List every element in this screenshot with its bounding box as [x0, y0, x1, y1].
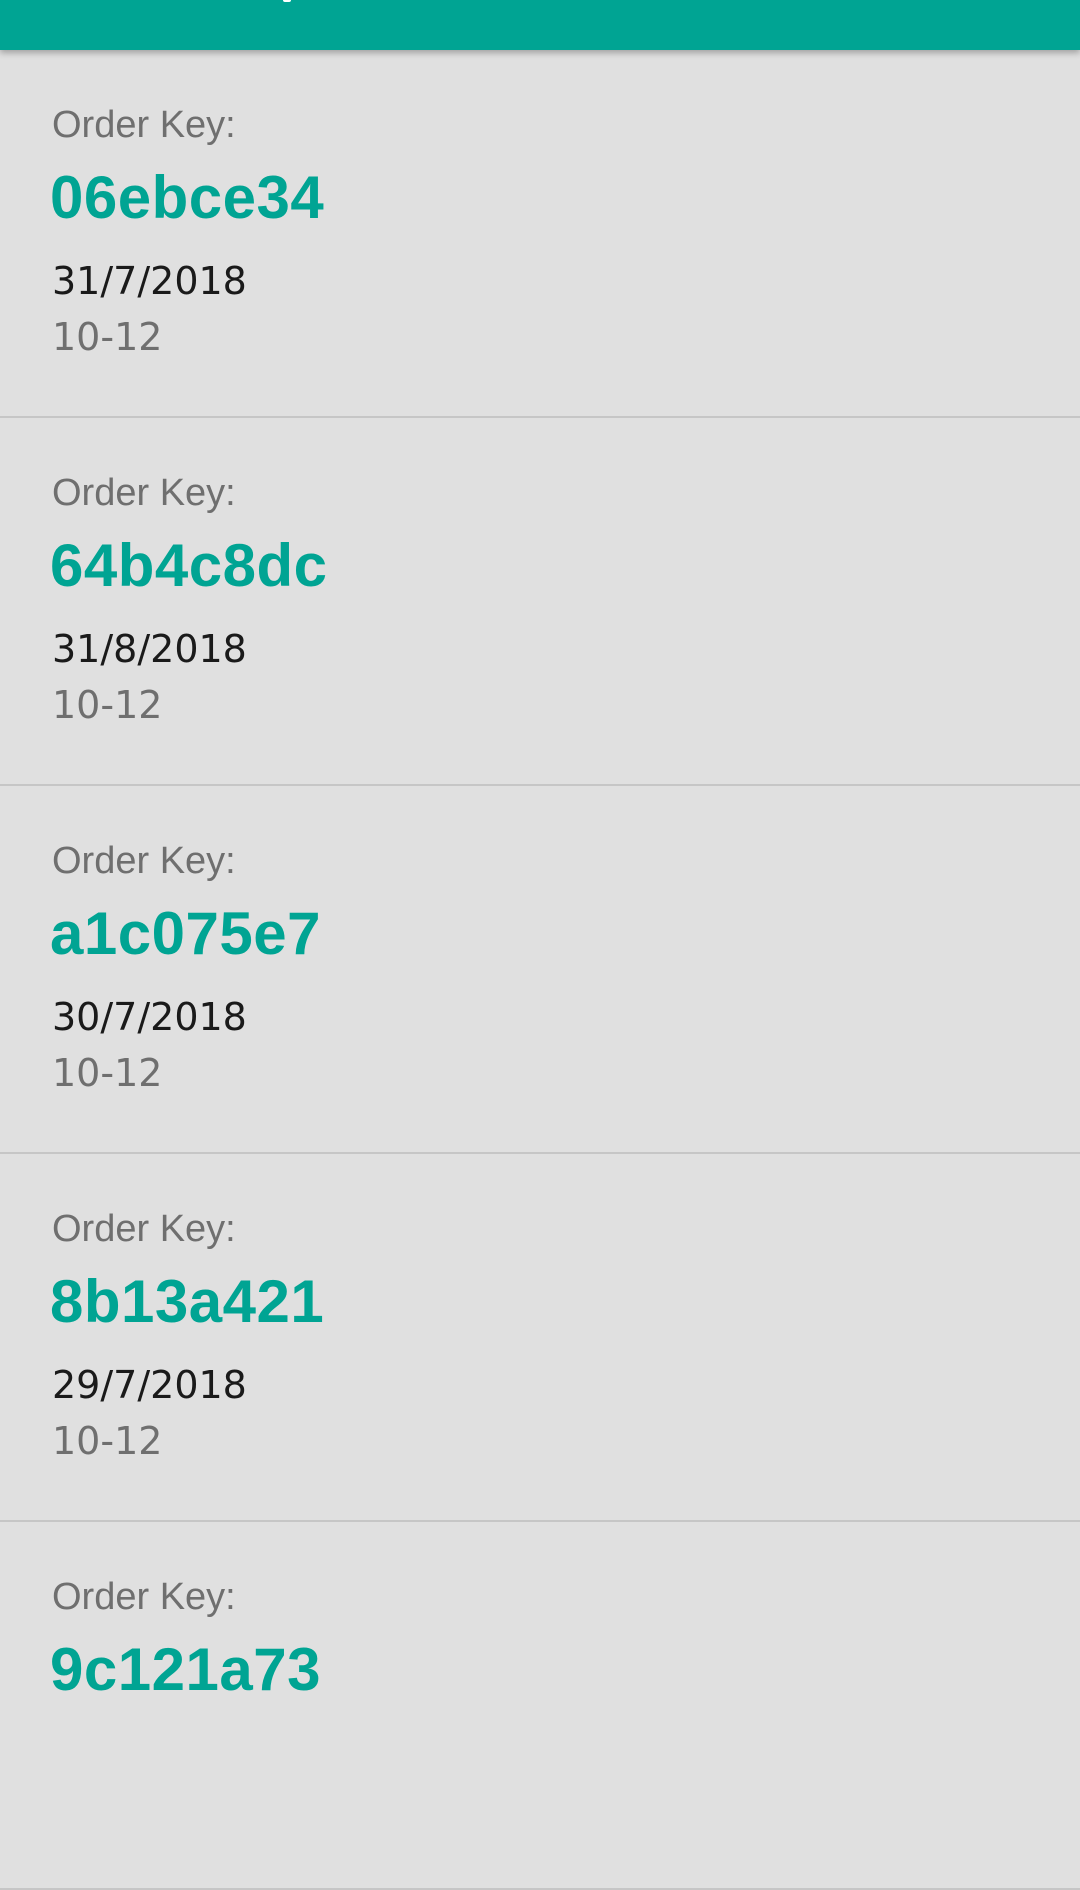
order-key-label: Order Key: [52, 1208, 236, 1250]
order-key-value: 9c121a73 [50, 1636, 321, 1703]
order-list[interactable]: Order Key: 06ebce34 31/7/2018 10-12 Orde… [0, 50, 1080, 1890]
order-time-slot: 10-12 [52, 315, 163, 359]
order-list-item[interactable]: Order Key: a1c075e7 30/7/2018 10-12 [0, 786, 1080, 1154]
order-key-value: 06ebce34 [50, 164, 325, 231]
order-date: 30/7/2018 [52, 995, 247, 1039]
order-key-label: Order Key: [52, 1576, 236, 1618]
order-key-value: 64b4c8dc [50, 532, 328, 599]
order-key-label: Order Key: [52, 104, 236, 146]
order-date: 31/8/2018 [52, 627, 247, 671]
order-list-item[interactable]: Order Key: 8b13a421 29/7/2018 10-12 [0, 1154, 1080, 1522]
order-date: 29/7/2018 [52, 1363, 247, 1407]
order-time-slot: 10-12 [52, 1051, 163, 1095]
order-date: 31/7/2018 [52, 259, 247, 303]
order-list-item[interactable]: Order Key: 64b4c8dc 31/8/2018 10-12 [0, 418, 1080, 786]
order-list-item[interactable]: Order Key: 06ebce34 31/7/2018 10-12 [0, 50, 1080, 418]
order-key-label: Order Key: [52, 840, 236, 882]
order-key-value: a1c075e7 [50, 900, 321, 967]
order-key-value: 8b13a421 [50, 1268, 325, 1335]
order-list-item[interactable]: Order Key: 9c121a73 [0, 1522, 1080, 1890]
order-time-slot: 10-12 [52, 683, 163, 727]
app-bar [0, 0, 1080, 50]
order-time-slot: 10-12 [52, 1419, 163, 1463]
order-key-label: Order Key: [52, 472, 236, 514]
app-bar-title-fragment [283, 0, 291, 2]
